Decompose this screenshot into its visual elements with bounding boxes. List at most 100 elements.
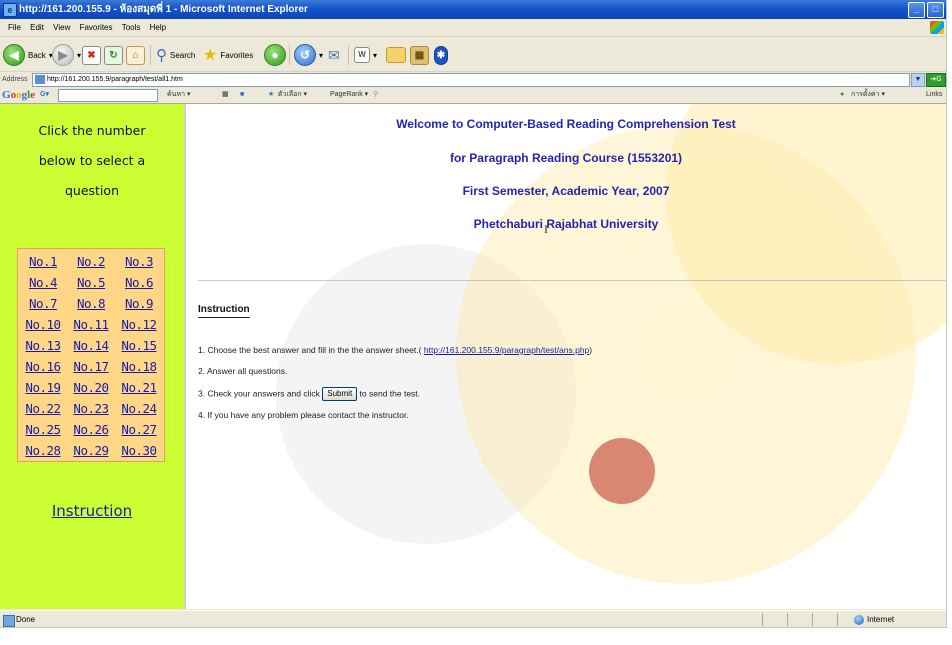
address-field[interactable]: http://161.200.155.9/paragraph/test/all1… <box>32 73 910 87</box>
menu-edit[interactable]: Edit <box>30 23 44 32</box>
course-title: for Paragraph Reading Course (1553201) <box>449 151 683 165</box>
question-link-25[interactable]: No.25 <box>25 422 61 437</box>
forward-button[interactable]: ▶ ▾ <box>52 44 81 66</box>
minimize-button[interactable]: _ <box>908 2 925 18</box>
question-link-6[interactable]: No.6 <box>125 275 154 290</box>
question-link-8[interactable]: No.8 <box>77 296 106 311</box>
google-blog-icon[interactable]: ■ <box>240 87 244 103</box>
question-link-21[interactable]: No.21 <box>121 380 157 395</box>
question-link-1[interactable]: No.1 <box>29 254 58 269</box>
question-link-7[interactable]: No.7 <box>29 296 58 311</box>
menu-favorites[interactable]: Favorites <box>80 23 113 32</box>
answer-sheet-link[interactable]: http://161.200.155.9/paragraph/test/ans.… <box>424 345 589 355</box>
question-link-13[interactable]: No.13 <box>25 338 61 353</box>
instruction-link[interactable]: Instruction <box>0 502 184 520</box>
question-link-30[interactable]: No.30 <box>121 443 157 458</box>
address-label: Address <box>2 76 28 83</box>
menu-view[interactable]: View <box>53 23 70 32</box>
links-label[interactable]: Links <box>926 87 942 103</box>
favorites-button[interactable]: ★ Favorites <box>203 44 253 66</box>
question-link-18[interactable]: No.18 <box>121 359 157 374</box>
google-search-menu[interactable]: ค้นหา ▾ <box>167 87 190 103</box>
star-icon: ★ <box>268 91 275 98</box>
question-link-29[interactable]: No.29 <box>73 443 109 458</box>
question-link-20[interactable]: No.20 <box>73 380 109 395</box>
question-link-19[interactable]: No.19 <box>25 380 61 395</box>
question-row: No.16 No.17 No.18 <box>20 356 162 375</box>
question-link-16[interactable]: No.16 <box>25 359 61 374</box>
google-bookmarks-menu[interactable]: ตัวเลือก ▾ <box>278 87 307 103</box>
ie-icon: e <box>3 3 17 17</box>
go-label: G <box>936 76 942 83</box>
instruction-heading: Instruction <box>198 304 250 318</box>
research-button[interactable]: ▦ <box>410 44 429 66</box>
stop-icon: ✖ <box>82 45 101 65</box>
question-link-15[interactable]: No.15 <box>121 338 157 353</box>
title-bar: e http://161.200.155.9 - ห้องสมุดพี่ 1 -… <box>0 0 946 19</box>
windows-logo-icon <box>930 21 944 34</box>
mail-button[interactable]: ✉ <box>328 44 340 66</box>
submit-button[interactable]: Submit <box>322 387 358 401</box>
question-link-28[interactable]: No.28 <box>25 443 61 458</box>
question-link-3[interactable]: No.3 <box>125 254 154 269</box>
google-settings-menu[interactable]: การตั้งค่า ▾ <box>851 87 885 103</box>
question-link-11[interactable]: No.11 <box>73 317 109 332</box>
question-link-5[interactable]: No.5 <box>77 275 106 290</box>
pagerank-menu[interactable]: PageRank ▾ <box>330 87 368 103</box>
bluetooth-button[interactable]: ✱ <box>434 44 448 66</box>
question-link-27[interactable]: No.27 <box>121 422 157 437</box>
question-link-24[interactable]: No.24 <box>121 401 157 416</box>
question-link-12[interactable]: No.12 <box>121 317 157 332</box>
address-dropdown-icon[interactable]: ▼ <box>911 73 925 87</box>
google-options-icon[interactable]: ▦ <box>222 87 229 103</box>
folder-icon <box>386 47 406 63</box>
semester-title: First Semester, Academic Year, 2007 <box>462 184 670 198</box>
sidebar-title-line: below to select a <box>38 153 146 168</box>
question-link-9[interactable]: No.9 <box>125 296 154 311</box>
back-button[interactable]: ◀ Back ▾ <box>3 44 53 66</box>
folder-button[interactable] <box>386 44 406 66</box>
question-link-4[interactable]: No.4 <box>29 275 58 290</box>
edit-button[interactable]: W ▾ <box>354 44 377 66</box>
sidebar-title-line: question <box>64 183 119 198</box>
question-row: No.19 No.20 No.21 <box>20 377 162 396</box>
page-icon <box>35 75 45 84</box>
window-title: http://161.200.155.9 - ห้องสมุดพี่ 1 - M… <box>19 4 308 15</box>
menu-help[interactable]: Help <box>150 23 166 32</box>
question-link-23[interactable]: No.23 <box>73 401 109 416</box>
status-cell <box>812 613 835 626</box>
go-button[interactable]: ➜G <box>926 73 946 87</box>
maximize-button[interactable]: □ <box>927 2 944 18</box>
book-icon: ▦ <box>410 45 429 65</box>
google-search-input[interactable] <box>58 89 158 102</box>
step-3-text: 3. Check your answers and click <box>198 388 320 399</box>
question-link-22[interactable]: No.22 <box>25 401 61 416</box>
search-button[interactable]: ⚲ Search <box>156 44 195 66</box>
forward-arrow-icon: ▶ <box>52 44 74 66</box>
menu-file[interactable]: File <box>8 23 21 32</box>
university-title: Phetchaburi Rajabhat University <box>473 217 659 231</box>
standard-toolbar: ◀ Back ▾ ▶ ▾ ✖ ↻ ⌂ ⚲ Search ★ Favorites … <box>0 37 946 72</box>
home-icon: ⌂ <box>126 45 145 65</box>
menu-tools[interactable]: Tools <box>122 23 141 32</box>
history-button[interactable]: ↺ ▾ <box>294 44 323 66</box>
browser-window: e http://161.200.155.9 - ห้องสมุดพี่ 1 -… <box>0 0 947 628</box>
question-link-2[interactable]: No.2 <box>77 254 106 269</box>
zone-label: Internet <box>867 615 895 624</box>
media-button[interactable]: ● <box>264 44 286 66</box>
question-link-17[interactable]: No.17 <box>73 359 109 374</box>
google-status-icon: ● <box>840 91 845 98</box>
refresh-button[interactable]: ↻ <box>104 44 123 66</box>
question-link-26[interactable]: No.26 <box>73 422 109 437</box>
history-icon: ↺ <box>294 44 316 66</box>
question-row: No.22 No.23 No.24 <box>20 398 162 417</box>
google-search-button[interactable]: G▾ <box>40 87 49 103</box>
home-button[interactable]: ⌂ <box>126 44 145 66</box>
stop-button[interactable]: ✖ <box>82 44 101 66</box>
question-row: No.4 No.5 No.6 <box>20 272 162 291</box>
question-row: No.28 No.29 No.30 <box>20 440 162 459</box>
paperclip-icon[interactable]: ⚲ <box>373 87 378 103</box>
question-link-14[interactable]: No.14 <box>73 338 109 353</box>
question-link-10[interactable]: No.10 <box>25 317 61 332</box>
instruction-step-3: 3. Check your answers and click Submit t… <box>198 387 420 401</box>
